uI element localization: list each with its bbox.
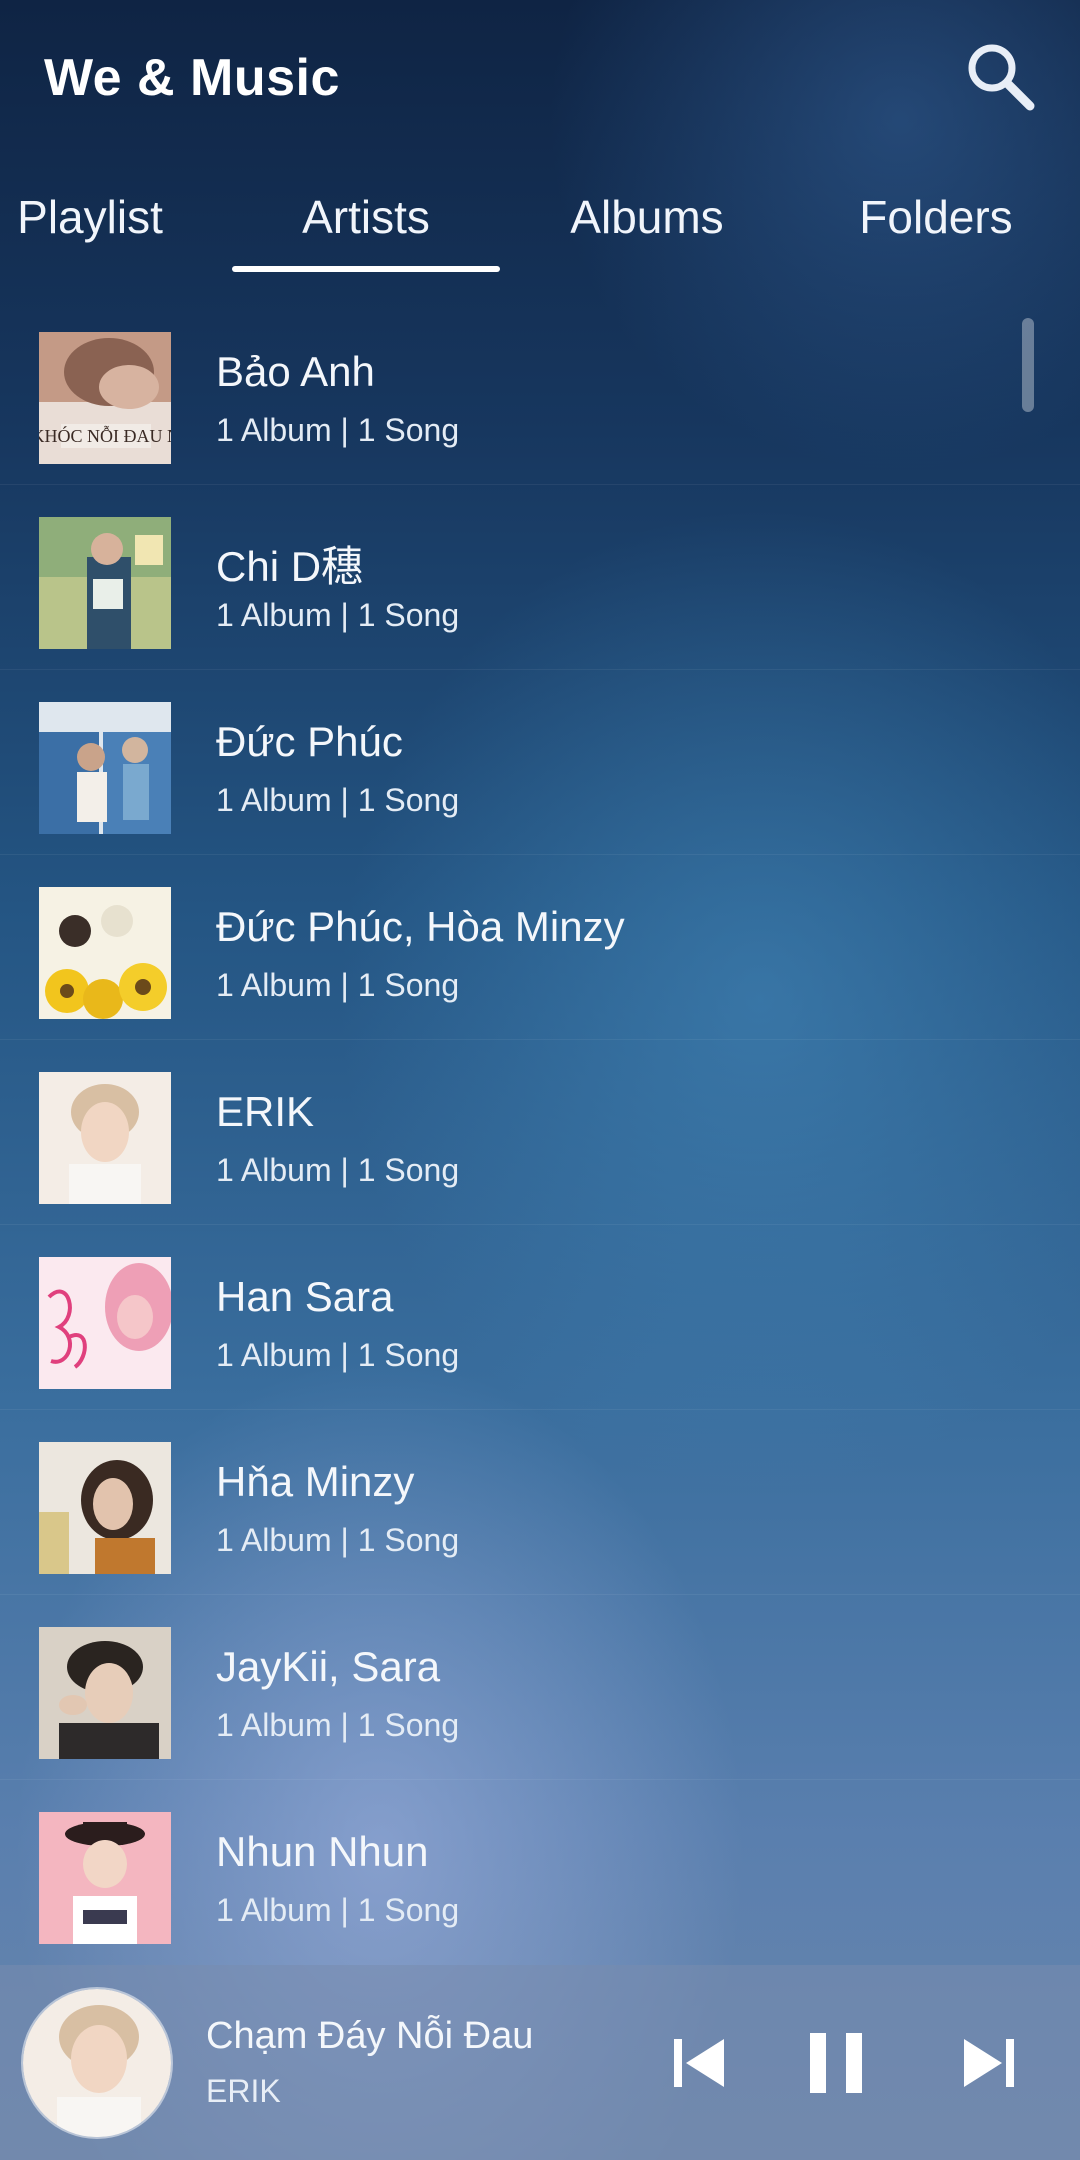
tab-playlist[interactable]: Playlist — [0, 190, 180, 266]
artist-name: ERIK — [216, 1088, 315, 1135]
list-item[interactable]: AI KHÓC NỖI ĐAU NÀY Bảo Anh 1 Album | 1 … — [0, 300, 1080, 485]
artist-name: Đức Phúc, Hòa Minzy — [216, 903, 625, 950]
pause-button[interactable] — [788, 2015, 884, 2111]
artist-thumbnail — [39, 1257, 171, 1389]
artist-album-song-count: 1 Album | 1 Song — [216, 1522, 460, 1558]
list-item[interactable]: Hňa Minzy 1 Album | 1 Song — [0, 1410, 1080, 1595]
music-app: We & Music Playlist Artists Albums Folde… — [0, 0, 1080, 2160]
artist-name: Hňa Minzy — [216, 1458, 415, 1505]
top-app-bar: We & Music — [0, 0, 1080, 160]
list-item[interactable]: ERIK 1 Album | 1 Song — [0, 1040, 1080, 1225]
skip-next-icon — [964, 2039, 1014, 2087]
artist-name: JayKii, Sara — [216, 1643, 441, 1690]
list-item[interactable]: Han Sara 1 Album | 1 Song — [0, 1225, 1080, 1410]
pause-icon — [810, 2033, 862, 2093]
artist-album-song-count: 1 Album | 1 Song — [216, 1892, 460, 1928]
artist-thumbnail — [39, 1072, 171, 1204]
artist-thumbnail — [39, 887, 171, 1019]
artist-album-song-count: 1 Album | 1 Song — [216, 1707, 460, 1743]
artist-thumbnail — [39, 1627, 171, 1759]
artist-thumbnail — [39, 517, 171, 649]
list-scrollbar[interactable] — [1022, 318, 1034, 412]
tab-folders[interactable]: Folders — [836, 190, 1036, 266]
selected-tab-indicator — [232, 266, 500, 272]
artist-album-song-count: 1 Album | 1 Song — [216, 967, 460, 1003]
artist-album-song-count: 1 Album | 1 Song — [216, 1337, 460, 1373]
previous-button[interactable] — [652, 2015, 748, 2111]
tab-albums[interactable]: Albums — [540, 190, 754, 266]
artist-name: Chi D穗 — [216, 543, 364, 590]
artist-name: Bảo Anh — [216, 348, 375, 395]
search-icon — [968, 44, 1035, 111]
artist-thumbnail: AI KHÓC NỖI ĐAU NÀY — [39, 332, 171, 464]
artist-thumbnail — [39, 1442, 171, 1574]
tab-artists[interactable]: Artists — [232, 190, 500, 266]
list-item[interactable]: Đức Phúc 1 Album | 1 Song — [0, 670, 1080, 855]
artist-album-song-count: 1 Album | 1 Song — [216, 1152, 460, 1188]
artist-album-song-count: 1 Album | 1 Song — [216, 412, 460, 448]
artist-list[interactable]: AI KHÓC NỖI ĐAU NÀY Bảo Anh 1 Album | 1 … — [0, 300, 1080, 1964]
album-art-caption: AI KHÓC NỖI ĐAU NÀY — [39, 425, 171, 446]
artist-album-song-count: 1 Album | 1 Song — [216, 782, 460, 818]
list-item[interactable]: JayKii, Sara 1 Album | 1 Song — [0, 1595, 1080, 1780]
skip-previous-icon — [674, 2039, 724, 2087]
app-title: We & Music — [44, 49, 340, 107]
next-button[interactable] — [942, 2015, 1038, 2111]
tab-bar: Playlist Artists Albums Folders — [0, 170, 1080, 280]
now-playing-title[interactable]: Chạm Đáy Nỗi Đau — [206, 2015, 533, 2058]
artist-name: Nhun Nhun — [216, 1828, 429, 1875]
list-item[interactable]: Nhun Nhun 1 Album | 1 Song — [0, 1780, 1080, 1964]
artist-name: Đức Phúc — [216, 718, 403, 765]
search-button[interactable] — [962, 38, 1040, 116]
now-playing-bar[interactable]: Chạm Đáy Nỗi Đau ERIK — [0, 1965, 1080, 2160]
artist-album-song-count: 1 Album | 1 Song — [216, 597, 460, 633]
now-playing-album-art[interactable] — [21, 1987, 173, 2139]
artist-name: Han Sara — [216, 1273, 394, 1320]
now-playing-artist: ERIK — [206, 2073, 281, 2109]
list-item[interactable]: Chi D穗 1 Album | 1 Song — [0, 485, 1080, 670]
artist-thumbnail — [39, 1812, 171, 1944]
artist-thumbnail — [39, 702, 171, 834]
list-item[interactable]: Đức Phúc, Hòa Minzy 1 Album | 1 Song — [0, 855, 1080, 1040]
